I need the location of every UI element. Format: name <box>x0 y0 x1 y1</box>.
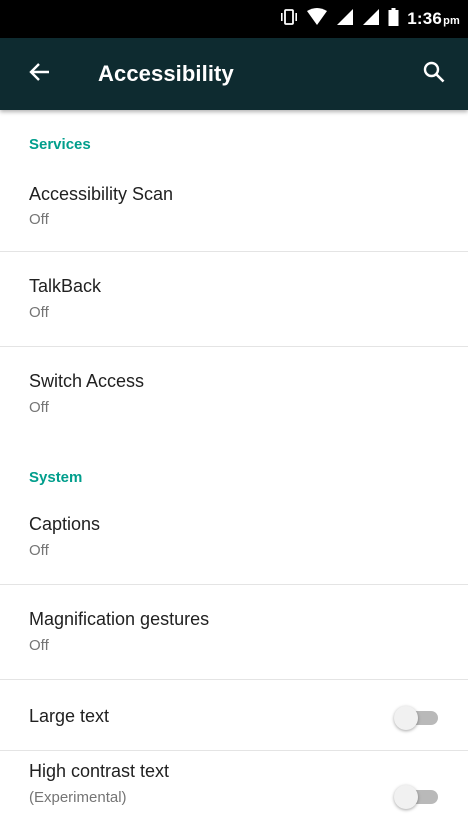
pref-summary: Off <box>29 304 49 321</box>
pref-magnification-gestures[interactable]: Magnification gestures Off <box>0 585 468 680</box>
pref-summary: Off <box>29 211 49 228</box>
status-icons: 1:36pm <box>280 7 460 31</box>
status-bar: 1:36pm <box>0 0 468 38</box>
pref-title: Magnification gestures <box>29 609 210 629</box>
app-bar: Accessibility <box>0 38 468 110</box>
search-icon <box>423 61 445 88</box>
pref-title: Captions <box>29 514 101 534</box>
switch-thumb <box>394 785 418 809</box>
battery-icon <box>388 7 399 31</box>
pref-summary: Off <box>29 637 49 654</box>
pref-talkback[interactable]: TalkBack Off <box>0 252 468 347</box>
pref-summary: Off <box>29 542 49 559</box>
back-button[interactable] <box>8 38 72 110</box>
pref-title: Large text <box>29 706 110 726</box>
signal-icon <box>362 8 380 31</box>
pref-summary: (Experimental) <box>29 789 127 806</box>
arrow-left-icon <box>29 61 51 88</box>
high-contrast-text-switch[interactable] <box>394 781 442 811</box>
status-time-ampm: pm <box>443 15 460 27</box>
pref-title: TalkBack <box>29 276 102 296</box>
pref-large-text[interactable]: Large text <box>0 680 468 751</box>
status-time: 1:36pm <box>407 9 460 28</box>
large-text-switch[interactable] <box>394 702 442 732</box>
signal-icon <box>336 8 354 31</box>
section-header-services: Services <box>29 136 91 153</box>
search-button[interactable] <box>410 50 458 98</box>
pref-title: High contrast text <box>29 761 170 781</box>
pref-accessibility-scan[interactable]: Accessibility Scan Off <box>0 170 468 252</box>
section-header-system: System <box>29 469 83 486</box>
pref-switch-access[interactable]: Switch Access Off <box>0 347 468 442</box>
pref-summary: Off <box>29 399 49 416</box>
switch-thumb <box>394 706 418 730</box>
wifi-icon <box>306 7 328 31</box>
page-title: Accessibility <box>98 61 234 86</box>
pref-title: Switch Access <box>29 371 145 391</box>
pref-title: Accessibility Scan <box>29 184 174 204</box>
pref-captions[interactable]: Captions Off <box>0 500 468 585</box>
pref-high-contrast-text[interactable]: High contrast text (Experimental) <box>0 751 468 825</box>
vibrate-icon <box>280 8 298 31</box>
